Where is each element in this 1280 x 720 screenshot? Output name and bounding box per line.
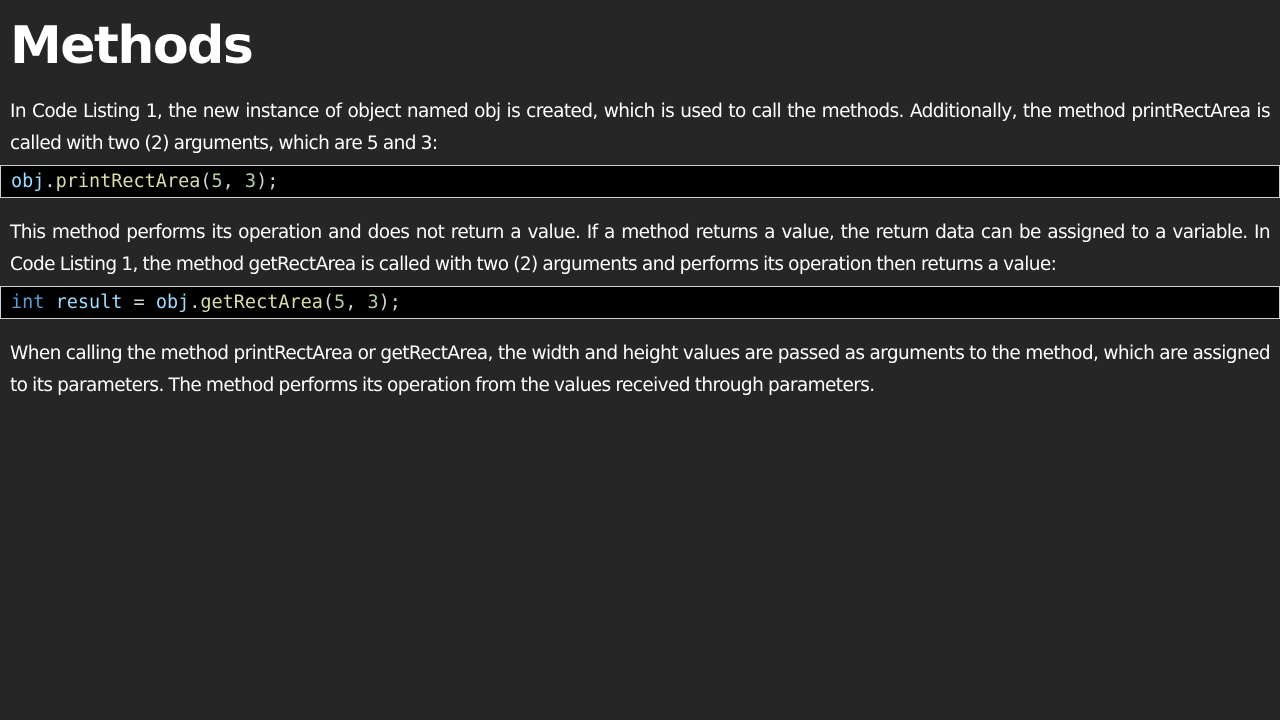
code-token-assign: = (122, 292, 156, 313)
code-token-argument-width: 5 (211, 171, 223, 192)
code-token-argument-height: 3 (367, 292, 379, 313)
paragraph-intro: In Code Listing 1, the new instance of o… (10, 101, 1271, 154)
code-token-comma: , (222, 171, 245, 192)
code-block-get-rect-area: int result = obj.getRectArea(5, 3); (0, 286, 1280, 319)
code-block-print-rect-area: obj.printRectArea(5, 3); (0, 165, 1280, 198)
code-token-variable: result (55, 292, 123, 313)
code-token-comma: , (345, 292, 368, 313)
page-title: Methods (10, 16, 254, 76)
code-token-open-paren: ( (200, 171, 212, 192)
code-token-argument-height: 3 (244, 171, 257, 192)
paragraph-return-value: This method performs its operation and d… (10, 222, 1271, 275)
code-token-type-keyword: int (11, 292, 45, 313)
document-page: Methods In Code Listing 1, the new insta… (0, 0, 1280, 720)
code-token-object: obj (155, 292, 190, 313)
code-token-dot: . (189, 292, 201, 313)
code-token-method-name: printRectArea (55, 171, 201, 192)
code-token-close: ); (378, 292, 401, 313)
code-token-open-paren: ( (322, 292, 335, 313)
code-token-method-name: getRectArea (200, 292, 323, 313)
paragraph-parameters: When calling the method printRectArea or… (10, 343, 1271, 396)
code-token-object: obj (11, 171, 45, 192)
code-token-close: ); (256, 171, 279, 192)
code-token-argument-width: 5 (334, 292, 346, 313)
code-token-dot: . (44, 171, 56, 192)
